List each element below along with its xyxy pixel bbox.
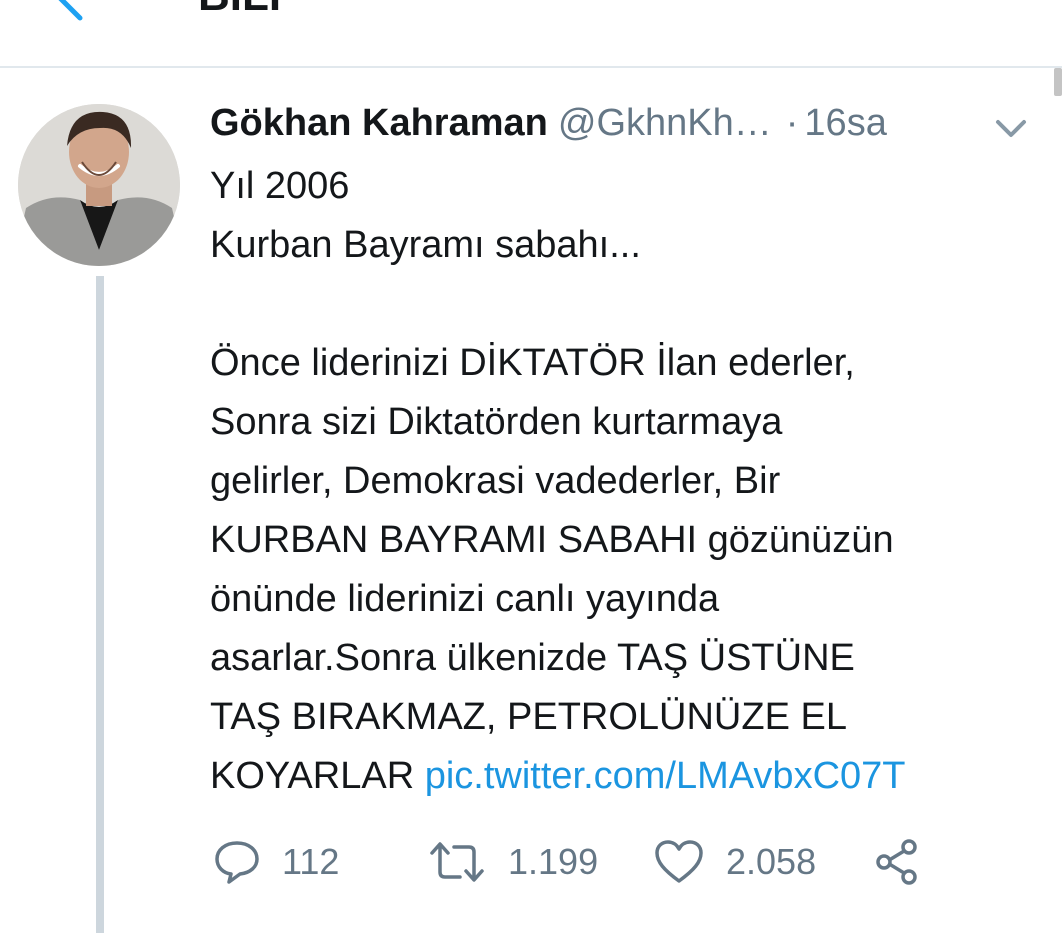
reply-button[interactable]: 112: [214, 834, 339, 890]
author-handle[interactable]: @GkhnKh…: [558, 102, 772, 144]
tweet-text-line: KURBAN BAYRAMI SABAHI gözünüzün: [210, 519, 894, 561]
heart-icon: [655, 840, 703, 883]
avatar[interactable]: [18, 104, 180, 266]
tweet-text: Yıl 2006 Kurban Bayramı sabahı... Önce l…: [210, 157, 1050, 806]
retweet-icon: [430, 842, 484, 882]
tweet-text-line: önünde liderinizi canlı yayında: [210, 578, 720, 620]
tweet-link[interactable]: pic.twitter.com/LMAvbxC07T: [425, 755, 906, 797]
avatar-image: [18, 104, 180, 266]
tweet-actions: 112 1.199 2.058: [210, 834, 970, 890]
top-bar: BİLİ: [0, 0, 1062, 68]
back-arrow-icon: [58, 0, 83, 21]
retweet-button[interactable]: 1.199: [428, 834, 598, 890]
share-icon: [876, 839, 917, 885]
separator-dot: ·: [785, 102, 799, 144]
tweet-text-line: Sonra sizi Diktatörden kurtarmaya: [210, 401, 783, 443]
tweet-text-last: KOYARLAR: [210, 755, 415, 797]
thread-line: [96, 276, 104, 933]
like-button[interactable]: 2.058: [654, 834, 816, 890]
tweet-text-line: Kurban Bayramı sabahı...: [210, 224, 641, 266]
reply-icon: [215, 841, 259, 884]
tweet-text-line: gelirler, Demokrasi vadederler, Bir: [210, 460, 781, 502]
back-button[interactable]: [40, 0, 90, 22]
author-name[interactable]: Gökhan Kahraman: [210, 102, 548, 144]
tweet-menu-button[interactable]: [988, 110, 1034, 146]
like-count: 2.058: [726, 841, 817, 882]
reply-count: 112: [282, 841, 340, 882]
retweet-count: 1.199: [508, 841, 599, 882]
tweet-text-line: asarlar.Sonra ülkenizde TAŞ ÜSTÜNE: [210, 637, 855, 679]
tweet-header: Gökhan Kahraman @GkhnKh… · 16sa: [210, 100, 887, 146]
tweet-text-line: KOYARLAR pic.twitter.com/LMAvbxC07T: [210, 747, 1050, 806]
page-title: BİLİ: [198, 0, 281, 18]
tweet-timestamp[interactable]: 16sa: [804, 102, 886, 144]
tweet-text-line: Önce liderinizi DİKTATÖR İlan ederler,: [210, 342, 855, 384]
scrollbar-thumb[interactable]: [1054, 68, 1062, 96]
share-button[interactable]: [872, 834, 922, 890]
tweet-text-line: [210, 275, 1050, 334]
tweet-text-line: Yıl 2006: [210, 165, 350, 207]
tweet-text-line: TAŞ BIRAKMAZ, PETROLÜNÜZE EL: [210, 696, 847, 738]
chevron-down-icon: [996, 120, 1026, 137]
